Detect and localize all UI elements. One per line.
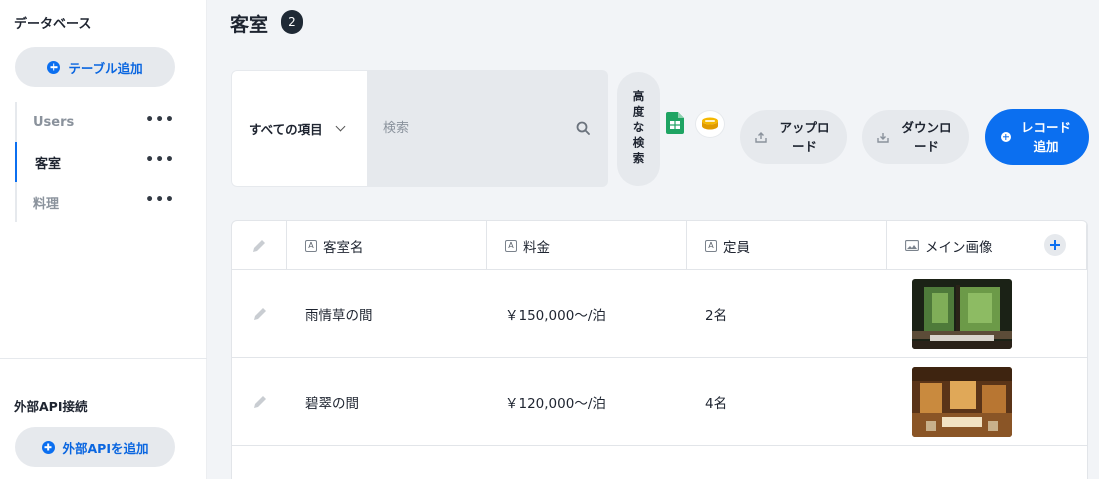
more-options-icon[interactable]: ••• xyxy=(145,153,175,167)
column-header-capacity[interactable]: A 定員 xyxy=(687,221,887,270)
search-icon[interactable] xyxy=(576,121,590,135)
sidebar-divider xyxy=(0,358,207,359)
column-header-label: メイン画像 xyxy=(925,239,993,256)
column-header-label: 客室名 xyxy=(323,239,364,256)
column-header-room-name[interactable]: A 客室名 xyxy=(287,221,487,270)
column-header-price[interactable]: A 料金 xyxy=(487,221,687,270)
table-header-row: A 客室名 A 料金 A 定員 メイン画像 xyxy=(232,221,1087,270)
page-title: 客室 xyxy=(230,14,269,36)
chevron-down-icon xyxy=(335,121,346,132)
cell-capacity: 2名 xyxy=(705,307,728,324)
search-filter-box: すべての項目 xyxy=(231,70,608,187)
more-options-icon[interactable]: ••• xyxy=(145,193,175,207)
add-api-label: 外部APIを追加 xyxy=(62,440,149,456)
google-sheets-icon[interactable] xyxy=(666,112,684,134)
cell-capacity: 4名 xyxy=(705,395,728,412)
sidebar: データベース テーブル追加 Users ••• 客室 ••• 料理 ••• 外部… xyxy=(0,0,207,479)
add-table-button[interactable]: テーブル追加 xyxy=(15,47,175,87)
sidebar-item-users[interactable]: Users ••• xyxy=(15,102,187,142)
sidebar-item-dishes[interactable]: 料理 ••• xyxy=(15,182,187,222)
advanced-search-label: 高度な検索 xyxy=(631,90,646,168)
cell-main-image xyxy=(912,270,1012,357)
cell-price: ￥120,000～/泊 xyxy=(505,395,606,412)
records-table: A 客室名 A 料金 A 定員 メイン画像 雨情草の間 ￥150,000～/泊 xyxy=(231,220,1088,479)
add-record-button[interactable]: レコード追加 xyxy=(985,109,1089,165)
cell-main-image xyxy=(912,358,1012,445)
database-connector-icon[interactable] xyxy=(696,111,724,137)
edit-record-button[interactable] xyxy=(232,358,287,445)
add-external-api-button[interactable]: 外部APIを追加 xyxy=(15,427,175,467)
field-filter-label: すべての項目 xyxy=(249,122,323,137)
column-header-main-image[interactable]: メイン画像 xyxy=(887,221,1087,270)
search-input[interactable] xyxy=(367,70,608,187)
pencil-icon xyxy=(253,307,266,320)
download-icon xyxy=(876,133,889,143)
advanced-search-button[interactable]: 高度な検索 xyxy=(617,72,660,186)
plus-circle-icon xyxy=(41,440,55,454)
record-count-badge: 2 xyxy=(281,10,303,34)
more-options-icon[interactable]: ••• xyxy=(145,113,175,127)
pencil-icon xyxy=(253,395,266,408)
edit-record-button[interactable] xyxy=(232,270,287,357)
table-list: Users ••• 客室 ••• 料理 ••• xyxy=(15,102,185,222)
add-column-plus-icon[interactable] xyxy=(1044,234,1066,256)
plus-circle-icon xyxy=(47,60,61,74)
sidebar-item-rooms[interactable]: 客室 ••• xyxy=(15,142,187,182)
image-icon xyxy=(905,240,919,251)
table-row[interactable]: 雨情草の間 ￥150,000～/泊 2名 xyxy=(232,270,1087,358)
upload-button[interactable]: アップロード xyxy=(740,110,847,164)
cell-price: ￥150,000～/泊 xyxy=(505,307,606,324)
cell-room-name: 雨情草の間 xyxy=(305,307,373,324)
column-header-label: 料金 xyxy=(523,239,550,256)
text-type-icon: A xyxy=(305,239,317,252)
room-thumbnail[interactable] xyxy=(912,366,1012,437)
cell-room-name: 碧翠の間 xyxy=(305,395,359,412)
field-filter-select[interactable]: すべての項目 xyxy=(231,70,367,187)
column-header-label: 定員 xyxy=(723,239,750,256)
sidebar-item-label: 料理 xyxy=(33,196,60,212)
text-type-icon: A xyxy=(505,239,517,252)
sidebar-item-label: 客室 xyxy=(35,156,62,172)
download-label: ダウンロード xyxy=(901,120,952,154)
search-area xyxy=(367,70,608,187)
pencil-icon xyxy=(253,239,265,252)
sidebar-item-label: Users xyxy=(33,114,75,130)
edit-column-header xyxy=(232,221,287,270)
table-row[interactable]: 碧翠の間 ￥120,000～/泊 4名 xyxy=(232,358,1087,446)
plus-circle-icon xyxy=(1001,132,1011,142)
upload-label: アップロード xyxy=(779,120,830,154)
upload-icon xyxy=(754,132,767,143)
external-api-section-title: 外部API接続 xyxy=(14,399,88,414)
download-button[interactable]: ダウンロード xyxy=(862,110,969,164)
database-section-title: データベース xyxy=(14,17,92,32)
add-table-label: テーブル追加 xyxy=(68,60,143,76)
text-type-icon: A xyxy=(705,239,717,252)
room-thumbnail[interactable] xyxy=(912,278,1012,349)
add-record-label: レコード追加 xyxy=(1020,120,1071,154)
